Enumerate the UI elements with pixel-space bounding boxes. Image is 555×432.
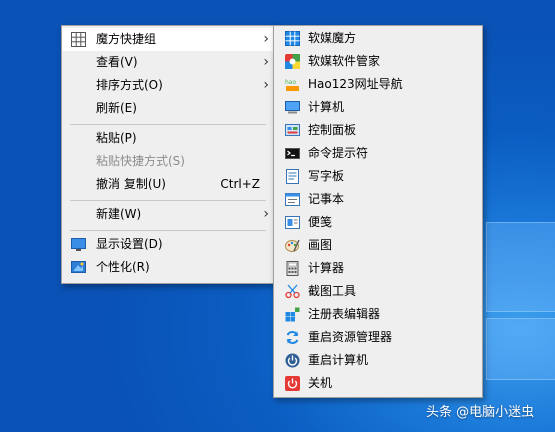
menu-item-label: 粘贴快捷方式(S)	[96, 154, 185, 168]
menu-item-label: 重启资源管理器	[308, 330, 393, 344]
submenu-item-snipping-tool[interactable]: 截图工具	[274, 280, 482, 303]
desktop-context-menu: 魔方快捷组 › 查看(V) › 排序方式(O) › 刷新(E) 粘贴(P) 粘贴…	[61, 25, 275, 284]
submenu-item-registry-editor[interactable]: 注册表编辑器	[274, 303, 482, 326]
menu-item-label: 控制面板	[308, 123, 357, 137]
menu-separator	[70, 200, 266, 201]
paint-palette-icon	[285, 239, 300, 252]
menu-item-label: 记事本	[308, 192, 345, 206]
menu-item-sort-by[interactable]: 排序方式(O) ›	[62, 74, 274, 97]
menu-item-label: 新建(W)	[96, 207, 142, 221]
menu-separator	[70, 230, 266, 231]
menu-item-label: 画图	[308, 238, 333, 252]
submenu-item-control-panel[interactable]: 控制面板	[274, 119, 482, 142]
registry-editor-icon	[285, 307, 300, 322]
submenu-item-wordpad[interactable]: 写字板	[274, 165, 482, 188]
menu-item-mofang-shortcuts[interactable]: 魔方快捷组 ›	[62, 28, 274, 51]
menu-item-label: 命令提示符	[308, 146, 369, 160]
watermark-text: 头条 @电脑小迷虫	[426, 405, 535, 420]
menu-item-label: 软媒软件管家	[308, 54, 381, 68]
calculator-icon	[286, 261, 299, 276]
notepad-icon	[285, 193, 300, 206]
personalize-icon	[71, 261, 86, 273]
wordpad-icon	[286, 169, 299, 184]
submenu-item-shutdown[interactable]: 关机	[274, 372, 482, 395]
submenu-item-notepad[interactable]: 记事本	[274, 188, 482, 211]
menu-item-label: 排序方式(O)	[96, 78, 163, 92]
menu-item-label: 个性化(R)	[96, 260, 150, 274]
submenu-item-computer[interactable]: 计算机	[274, 96, 482, 119]
menu-separator	[70, 124, 266, 125]
menu-item-label: 截图工具	[308, 284, 357, 298]
submenu-item-restart-explorer[interactable]: 重启资源管理器	[274, 326, 482, 349]
monitor-icon	[71, 238, 86, 251]
menu-item-label: 关机	[308, 376, 333, 390]
menu-item-label: 写字板	[308, 169, 345, 183]
menu-item-label: 粘贴(P)	[96, 131, 137, 145]
menu-item-undo-copy[interactable]: 撤消 复制(U) Ctrl+Z	[62, 173, 274, 196]
menu-item-label: 显示设置(D)	[96, 237, 163, 251]
windows-logo-pane	[486, 222, 555, 312]
menu-item-label: 刷新(E)	[96, 101, 137, 115]
submenu-item-ruanmei-mofang[interactable]: 软媒魔方	[274, 27, 482, 50]
scissors-icon	[285, 284, 300, 299]
software-manager-icon	[285, 54, 300, 69]
chevron-right-icon: ›	[263, 31, 269, 47]
hao123-icon: hao	[285, 79, 299, 91]
windows-logo-pane	[486, 318, 555, 380]
menu-item-shortcut: Ctrl+Z	[220, 177, 260, 191]
refresh-icon	[286, 331, 299, 344]
menu-item-paste-shortcut: 粘贴快捷方式(S)	[62, 150, 274, 173]
menu-item-label: 计算机	[308, 100, 345, 114]
submenu-item-sticky-notes[interactable]: 便笺	[274, 211, 482, 234]
menu-item-label: 软媒魔方	[308, 31, 357, 45]
restart-power-icon	[285, 353, 300, 368]
computer-icon	[285, 101, 300, 114]
menu-item-refresh[interactable]: 刷新(E)	[62, 97, 274, 120]
menu-item-label: 撤消 复制(U)	[96, 177, 166, 191]
chevron-right-icon: ›	[263, 206, 269, 222]
menu-item-label: 便笺	[308, 215, 333, 229]
menu-item-label: 查看(V)	[96, 55, 138, 69]
control-panel-icon	[285, 124, 300, 136]
chevron-right-icon: ›	[263, 54, 269, 70]
menu-item-label: 重启计算机	[308, 353, 369, 367]
sticky-notes-icon	[285, 216, 300, 229]
submenu-item-calculator[interactable]: 计算器	[274, 257, 482, 280]
chevron-right-icon: ›	[263, 77, 269, 93]
menu-item-label: 魔方快捷组	[96, 32, 157, 46]
menu-item-view[interactable]: 查看(V) ›	[62, 51, 274, 74]
submenu-item-hao123[interactable]: hao Hao123网址导航	[274, 73, 482, 96]
grid-app-icon	[285, 31, 300, 46]
menu-item-display-settings[interactable]: 显示设置(D)	[62, 233, 274, 256]
command-prompt-icon	[285, 148, 300, 159]
menu-item-label: 计算器	[308, 261, 345, 275]
shutdown-power-icon	[285, 376, 300, 391]
submenu-item-restart-computer[interactable]: 重启计算机	[274, 349, 482, 372]
submenu-item-command-prompt[interactable]: 命令提示符	[274, 142, 482, 165]
menu-item-new[interactable]: 新建(W) ›	[62, 203, 274, 226]
menu-item-personalize[interactable]: 个性化(R)	[62, 256, 274, 279]
mofang-submenu: 软媒魔方 软媒软件管家 hao Hao123网址导航 计算机 控制面板 命令提示…	[273, 25, 483, 398]
grid-icon	[71, 32, 86, 47]
menu-item-paste[interactable]: 粘贴(P)	[62, 127, 274, 150]
hao123-icon-text: hao	[285, 79, 296, 86]
submenu-item-paint[interactable]: 画图	[274, 234, 482, 257]
menu-item-label: Hao123网址导航	[308, 77, 403, 91]
menu-item-label: 注册表编辑器	[308, 307, 381, 321]
submenu-item-software-manager[interactable]: 软媒软件管家	[274, 50, 482, 73]
